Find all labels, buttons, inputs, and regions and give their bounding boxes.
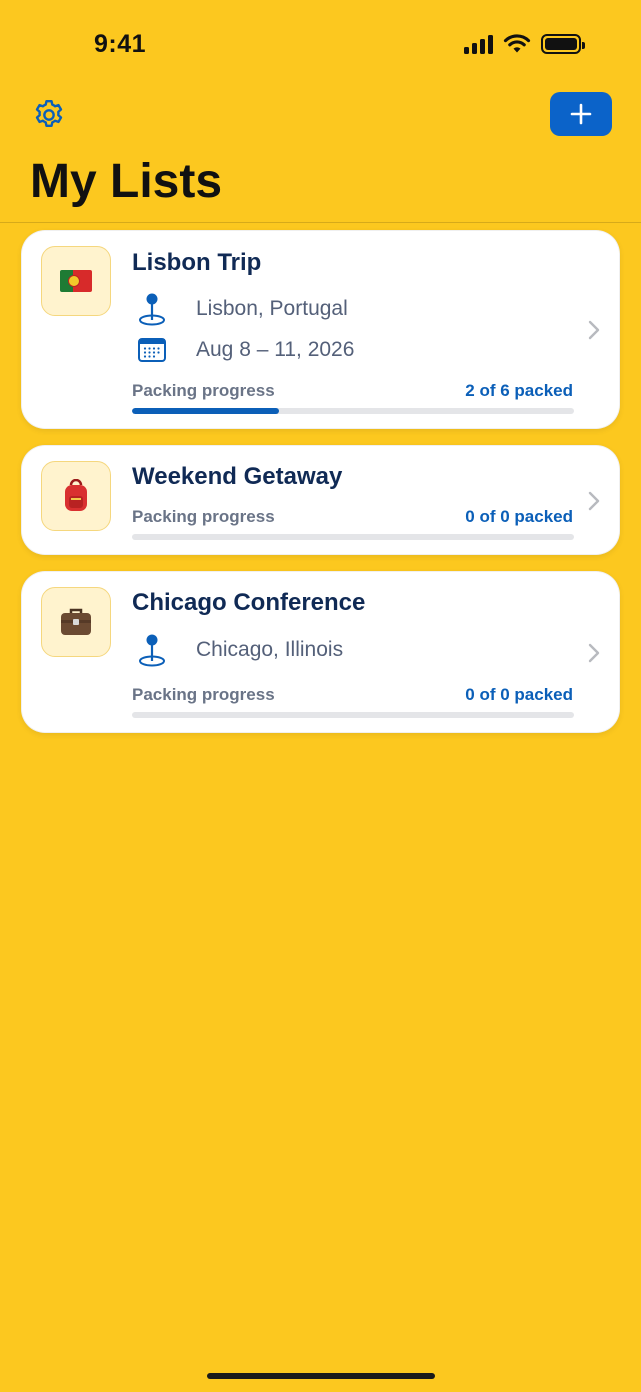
- page-title: My Lists: [30, 155, 223, 208]
- backpack-icon: [65, 479, 87, 511]
- battery-icon: [541, 34, 585, 54]
- map-pin-icon: [139, 634, 165, 667]
- progress-bar: [132, 534, 574, 540]
- progress-bar: [132, 408, 574, 414]
- list-thumbnail: [41, 246, 111, 316]
- home-indicator: [207, 1373, 435, 1379]
- list-thumbnail: [41, 461, 111, 531]
- wifi-icon: [503, 34, 531, 53]
- progress-label: Packing progress: [132, 685, 275, 704]
- dates-text: Aug 8 – 11, 2026: [196, 338, 355, 361]
- chevron-right-icon: [588, 491, 600, 511]
- gear-icon: [35, 100, 63, 127]
- progress-label: Packing progress: [132, 507, 275, 526]
- chevron-right-icon: [588, 320, 600, 340]
- portugal-flag-icon: [60, 270, 92, 292]
- calendar-icon: [138, 338, 166, 362]
- navigation-bar: My Lists: [0, 92, 641, 223]
- status-bar: 9:41: [0, 0, 641, 92]
- list-card-weekend-getaway[interactable]: Weekend Getaway Packing progress 0 of 0 …: [21, 445, 620, 555]
- progress-bar: [132, 712, 574, 718]
- list-card-lisbon-trip[interactable]: Lisbon Trip Lisbon, Portugal Aug 8 – 11,…: [21, 230, 620, 429]
- list-title: Weekend Getaway: [132, 463, 343, 490]
- briefcase-icon: [61, 608, 91, 635]
- location-text: Lisbon, Portugal: [196, 297, 348, 320]
- list-title: Chicago Conference: [132, 589, 366, 616]
- location-text: Chicago, Illinois: [196, 638, 344, 661]
- status-icons: [464, 34, 585, 54]
- cellular-signal-icon: [464, 34, 493, 54]
- list-card-chicago-conference[interactable]: Chicago Conference Chicago, Illinois Pac…: [21, 571, 620, 733]
- status-time: 9:41: [94, 30, 147, 58]
- list-title: Lisbon Trip: [132, 249, 262, 276]
- progress-bar-fill: [132, 408, 280, 414]
- settings-button[interactable]: [30, 96, 68, 134]
- location-row: Chicago, Illinois: [132, 633, 343, 667]
- location-row: Lisbon, Portugal: [132, 292, 348, 326]
- map-pin-icon: [139, 293, 165, 326]
- plus-icon: [570, 103, 592, 125]
- progress-count: 2 of 6 packed: [465, 381, 573, 400]
- progress-count: 0 of 0 packed: [465, 685, 573, 704]
- progress-count: 0 of 0 packed: [465, 507, 573, 526]
- chevron-right-icon: [588, 643, 600, 663]
- list-thumbnail: [41, 587, 111, 657]
- progress-label: Packing progress: [132, 381, 275, 400]
- dates-row: Aug 8 – 11, 2026: [132, 333, 354, 367]
- add-list-button[interactable]: [550, 92, 612, 136]
